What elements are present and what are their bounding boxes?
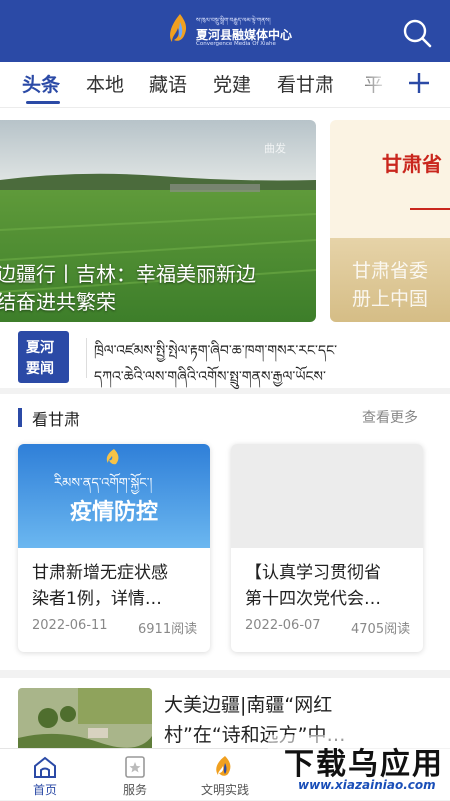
search-icon[interactable] bbox=[402, 18, 432, 48]
divider bbox=[86, 338, 87, 378]
photo-watermark: 曲发 bbox=[264, 142, 286, 155]
section-title: 看甘肃 bbox=[32, 410, 81, 429]
xiahe-news-badge[interactable]: 夏河 要闻 bbox=[18, 331, 69, 383]
app-header: ས་ཁུལ་བསྡུ་སྒྲིག་བརྒྱུད་ལམ་ལྟེ་གནས། 夏河县融… bbox=[0, 0, 450, 62]
card-title-line1: 【认真学习贯彻省 bbox=[245, 563, 381, 583]
active-tab-indicator bbox=[26, 101, 60, 104]
banner-area: 曲发 边疆行丨吉林：幸福美丽新边 结奋进共繁荣 甘肃省 甘肃省委 册上中国 夏河… bbox=[0, 108, 450, 388]
nav-label: 文明实践 bbox=[200, 783, 249, 797]
nav-label: 服务 bbox=[122, 783, 147, 797]
card-title-line2: 第十四次党代会… bbox=[245, 589, 381, 609]
card-image-placeholder bbox=[231, 444, 423, 548]
tab-local[interactable]: 本地 bbox=[86, 70, 124, 97]
next-slide-title: 甘肃省 bbox=[382, 152, 442, 176]
tab-gansu[interactable]: 看甘肃 bbox=[277, 70, 334, 97]
carousel-title-line1: 边疆行丨吉林：幸福美丽新边 bbox=[0, 262, 256, 286]
card-title-line1: 甘肃新增无症状感 bbox=[32, 563, 168, 583]
plus-icon[interactable] bbox=[406, 70, 432, 96]
card-date: 2022-06-11 bbox=[32, 618, 108, 633]
image-caption: 疫情防控 bbox=[70, 500, 159, 525]
nav-label: 首页 bbox=[32, 783, 57, 797]
home-icon bbox=[34, 756, 56, 778]
tab-party-building[interactable]: 党建 bbox=[213, 70, 251, 97]
nav-home[interactable]: 首页 bbox=[0, 749, 90, 801]
tab-headlines[interactable]: 头条 bbox=[22, 70, 60, 97]
flame-logo-icon bbox=[170, 14, 187, 42]
channel-tabs: 头条 本地 藏语 党建 看甘肃 平 bbox=[0, 62, 450, 108]
tab-tibetan[interactable]: 藏语 bbox=[149, 70, 187, 97]
watermark-text: 下载乌应用 bbox=[284, 747, 444, 782]
star-icon bbox=[125, 756, 145, 778]
nav-civilization[interactable]: 文明实践 bbox=[180, 749, 270, 801]
flame-logo-icon bbox=[216, 756, 231, 776]
carousel-slide-next[interactable]: 甘肃省 甘肃省委 册上中国 bbox=[330, 120, 450, 322]
card-views: 6911阅读 bbox=[138, 622, 198, 637]
carousel-slide-current[interactable]: 曲发 边疆行丨吉林：幸福美丽新边 结奋进共繁荣 bbox=[0, 120, 316, 322]
site-watermark: 下载乌应用 www.xiazainiao.com bbox=[268, 735, 450, 800]
next-slide-line1: 甘肃省委 bbox=[352, 260, 429, 282]
watermark-url: www.xiazainiao.com bbox=[298, 778, 436, 792]
flame-logo-icon bbox=[106, 449, 119, 465]
view-more-link[interactable]: 查看更多 bbox=[362, 407, 418, 427]
list-title-line1: 大美边疆|南疆“网红 bbox=[164, 694, 333, 716]
tab-fade bbox=[350, 62, 400, 107]
divider bbox=[410, 208, 450, 210]
card-views: 4705阅读 bbox=[351, 622, 411, 637]
app-logo: ས་ཁུལ་བསྡུ་སྒྲིག་བརྒྱུད་ལམ་ལྟེ་གནས། 夏河县融… bbox=[168, 10, 292, 54]
epidemic-control-image: རིམས་ནད་འགོག་སྐྱོང་། 疫情防控 bbox=[18, 444, 210, 548]
section-accent-bar bbox=[18, 408, 22, 427]
article-thumbnail bbox=[18, 688, 152, 748]
badge-line2: 要闻 bbox=[26, 361, 54, 377]
gansu-section: 看甘肃 查看更多 རིམས་ནད་འགོག་སྐྱོང་། 疫情防控 甘肃新增无… bbox=[0, 394, 450, 670]
next-slide-line2: 册上中国 bbox=[352, 288, 429, 310]
article-card[interactable]: རིམས་ནད་འགོག་སྐྱོང་། 疫情防控 甘肃新增无症状感 染者1例，… bbox=[18, 444, 210, 652]
card-date: 2022-06-07 bbox=[245, 618, 321, 633]
nav-service[interactable]: 服务 bbox=[90, 749, 180, 801]
badge-line1: 夏河 bbox=[26, 340, 54, 356]
article-card[interactable]: 【认真学习贯彻省 第十四次党代会… 2022-06-07 4705阅读 bbox=[231, 444, 423, 652]
card-title-line2: 染者1例，详情… bbox=[32, 589, 162, 609]
logo-english-text: Convergence Media Of Xiahe bbox=[196, 41, 276, 47]
carousel-title-line2: 结奋进共繁荣 bbox=[0, 290, 116, 314]
